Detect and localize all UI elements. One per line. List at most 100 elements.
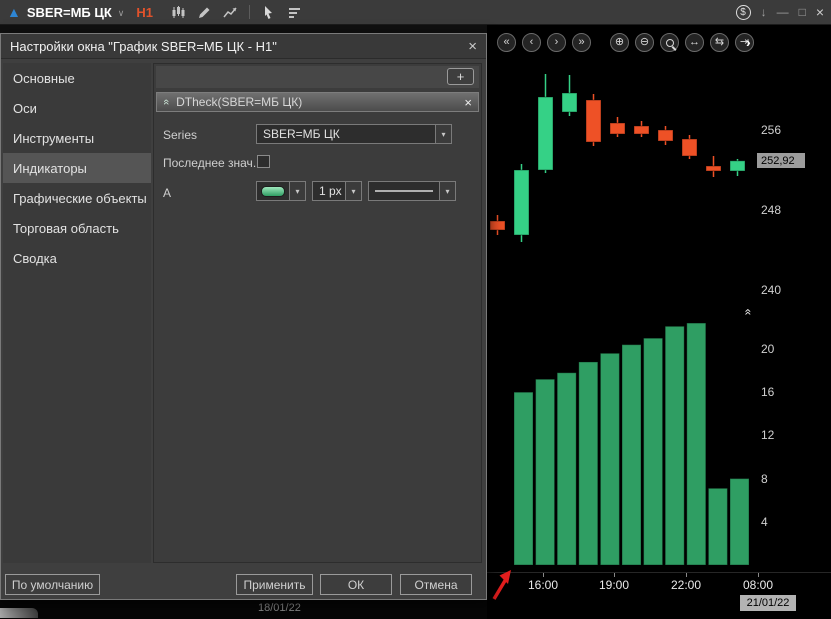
indicator-title: DTheck(SBER=МБ ЦК) bbox=[176, 95, 302, 109]
time-tick-label: 19:00 bbox=[592, 578, 636, 592]
line-style-select[interactable]: ▾ bbox=[368, 181, 456, 201]
volume-tick-label: 8 bbox=[761, 472, 768, 486]
color-swatch bbox=[261, 186, 285, 197]
histogram-icon[interactable] bbox=[287, 5, 302, 20]
time-axis[interactable]: 16:00 19:00 22:00 08:00 bbox=[487, 572, 831, 597]
sidebar-item-general[interactable]: Основные bbox=[3, 63, 151, 93]
remove-indicator-icon[interactable]: × bbox=[464, 96, 472, 109]
zoom-out-icon: ⊖ bbox=[640, 37, 649, 48]
top-toolbar: ▲ SBER=МБ ЦК ∨ H1 bbox=[0, 0, 831, 25]
time-tick bbox=[543, 573, 544, 577]
chart-nav-toolbar: « ‹ › » ⊕ ⊖ ↔ ⇆ ⇥ bbox=[497, 33, 754, 52]
zoom-in-icon: ⊕ bbox=[615, 37, 624, 48]
candle-body bbox=[682, 139, 697, 156]
scroll-start-icon: « bbox=[503, 37, 509, 48]
download-icon[interactable]: ↓ bbox=[761, 6, 767, 18]
chevron-down-icon[interactable]: ▾ bbox=[345, 182, 361, 200]
last-price-badge: 252,92 bbox=[757, 153, 805, 168]
pane-collapse-icon[interactable]: « bbox=[741, 309, 755, 316]
dialog-sidebar: Основные Оси Инструменты Индикаторы Граф… bbox=[3, 63, 151, 563]
apply-button[interactable]: Применить bbox=[236, 574, 313, 595]
line-width-select[interactable]: 1 px ▾ bbox=[312, 181, 362, 201]
scroll-left-icon: ‹ bbox=[530, 37, 534, 48]
minimize-icon[interactable]: — bbox=[777, 6, 789, 18]
chevron-down-icon[interactable]: ▾ bbox=[439, 182, 455, 200]
time-tick-label: 22:00 bbox=[664, 578, 708, 592]
ok-button[interactable]: ОК bbox=[320, 574, 392, 595]
time-tick bbox=[686, 573, 687, 577]
expand-horizontal-icon: ↔ bbox=[689, 37, 700, 48]
zoom-window-button[interactable] bbox=[660, 33, 679, 52]
chevron-down-icon[interactable]: ▾ bbox=[289, 182, 305, 200]
defaults-button[interactable]: По умолчанию bbox=[5, 574, 100, 595]
scroll-left-button[interactable]: ‹ bbox=[522, 33, 541, 52]
zoom-in-button[interactable]: ⊕ bbox=[610, 33, 629, 52]
scroll-end-icon: » bbox=[578, 37, 584, 48]
candle-body bbox=[490, 221, 505, 230]
trend-chart-icon[interactable] bbox=[223, 5, 238, 20]
time-tick-label: 08:00 bbox=[736, 578, 780, 592]
dialog-close-icon[interactable]: × bbox=[468, 39, 477, 54]
dialog-titlebar[interactable]: Настройки окна "График SBER=МБ ЦК - H1" … bbox=[1, 34, 486, 59]
volume-bar bbox=[579, 362, 598, 565]
indicator-list-header: + bbox=[156, 66, 479, 88]
price-tick-label: 240 bbox=[761, 283, 781, 297]
symbol-dropdown-icon[interactable]: ∨ bbox=[118, 8, 125, 19]
series-select[interactable]: SBER=МБ ЦК ▾ bbox=[256, 124, 452, 144]
sidebar-item-axes[interactable]: Оси bbox=[3, 93, 151, 123]
price-tick-label: 256 bbox=[761, 123, 781, 137]
line-color-select[interactable]: ▾ bbox=[256, 181, 306, 201]
cursor-icon[interactable] bbox=[261, 5, 276, 20]
last-value-checkbox[interactable] bbox=[257, 155, 270, 168]
pane-chevron-icon[interactable]: › bbox=[746, 35, 751, 49]
collapse-indicator-icon[interactable]: « bbox=[160, 99, 172, 105]
candle-chart-icon[interactable] bbox=[171, 5, 186, 20]
zoom-window-icon bbox=[666, 39, 674, 47]
chart-panel: « ‹ › » ⊕ ⊖ ↔ ⇆ ⇥ › 256 248 240 252,92 «… bbox=[487, 25, 831, 619]
time-tick-label: 16:00 bbox=[521, 578, 565, 592]
series-label: Series bbox=[163, 128, 197, 142]
timeframe-selector[interactable]: H1 bbox=[136, 5, 153, 20]
volume-bar bbox=[644, 338, 663, 565]
background-window-fragment bbox=[0, 608, 38, 618]
zoom-out-button[interactable]: ⊖ bbox=[635, 33, 654, 52]
volume-bar bbox=[708, 488, 727, 565]
scroll-right-icon: › bbox=[555, 37, 559, 48]
last-value-label: Последнее знач. bbox=[163, 156, 256, 170]
candle-body bbox=[514, 170, 529, 235]
pencil-icon[interactable] bbox=[197, 5, 212, 20]
candle-body bbox=[586, 100, 601, 142]
scroll-start-button[interactable]: « bbox=[497, 33, 516, 52]
sidebar-item-trading-area[interactable]: Торговая область bbox=[3, 213, 151, 243]
arrow-annotation[interactable] bbox=[489, 568, 517, 602]
volume-bar bbox=[600, 353, 619, 565]
scroll-end-button[interactable]: » bbox=[572, 33, 591, 52]
cancel-button[interactable]: Отмена bbox=[400, 574, 472, 595]
sidebar-item-graphic-objects[interactable]: Графические объекты bbox=[3, 183, 151, 213]
compress-horizontal-button[interactable]: ⇆ bbox=[710, 33, 729, 52]
volume-bar bbox=[557, 373, 576, 565]
scroll-right-button[interactable]: › bbox=[547, 33, 566, 52]
maximize-icon[interactable]: □ bbox=[799, 6, 806, 18]
sidebar-item-summary[interactable]: Сводка bbox=[3, 243, 151, 273]
chevron-down-icon[interactable]: ▾ bbox=[435, 125, 451, 143]
volume-tick-label: 16 bbox=[761, 385, 774, 399]
background-date-label: 18/01/22 bbox=[258, 602, 301, 614]
indicator-panel-header[interactable]: « DTheck(SBER=МБ ЦК) × bbox=[156, 92, 479, 112]
candlestick-chart[interactable] bbox=[487, 55, 757, 295]
line-width-value: 1 px bbox=[313, 184, 345, 198]
sidebar-item-indicators[interactable]: Индикаторы bbox=[3, 153, 151, 183]
add-indicator-button[interactable]: + bbox=[447, 68, 474, 85]
app-logo-icon: ▲ bbox=[7, 5, 21, 19]
expand-horizontal-button[interactable]: ↔ bbox=[685, 33, 704, 52]
symbol-selector[interactable]: SBER=МБ ЦК bbox=[27, 5, 112, 20]
compress-horizontal-icon: ⇆ bbox=[715, 37, 724, 48]
close-icon[interactable]: × bbox=[816, 5, 824, 19]
volume-tick-label: 20 bbox=[761, 342, 774, 356]
sidebar-item-instruments[interactable]: Инструменты bbox=[3, 123, 151, 153]
volume-chart[interactable] bbox=[487, 300, 757, 572]
currency-icon[interactable]: $ bbox=[736, 5, 751, 20]
line-a-label: A bbox=[163, 186, 171, 200]
toolbar-right-group: $ ↓ — □ × bbox=[736, 5, 824, 20]
go-to-end-button[interactable]: ⇥ bbox=[735, 33, 754, 52]
